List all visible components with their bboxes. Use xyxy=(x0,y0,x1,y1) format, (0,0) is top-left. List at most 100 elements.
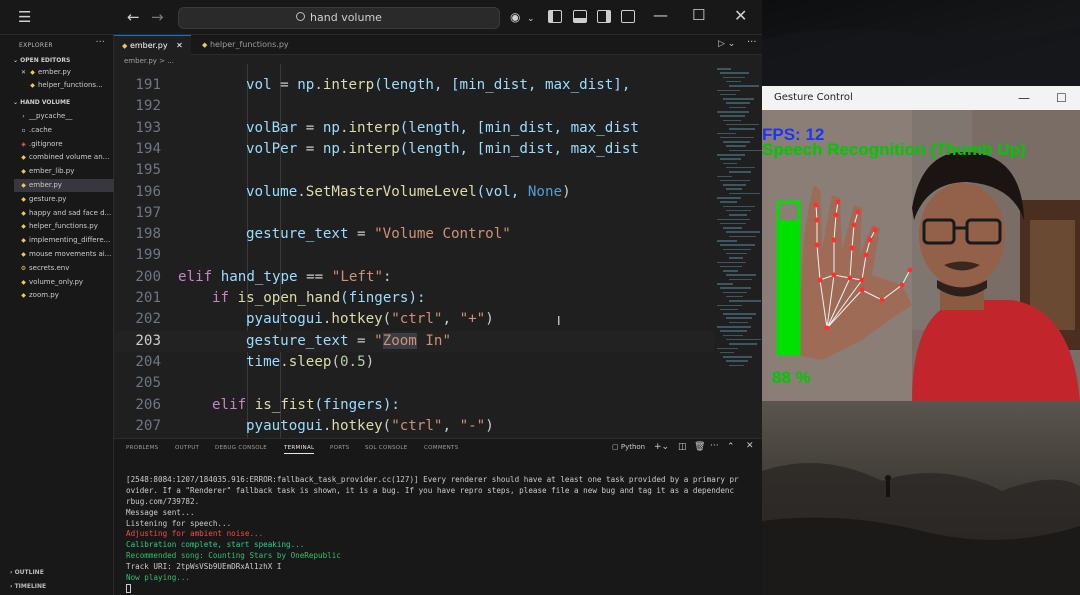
panel-more-icon[interactable]: ··· xyxy=(710,441,719,451)
panel-tab[interactable]: DEBUG CONSOLE xyxy=(215,445,267,451)
line-number: 205 xyxy=(135,375,161,392)
minimap-line xyxy=(720,265,742,268)
toggle-secondary-sidebar-icon[interactable] xyxy=(597,10,611,23)
copilot-icon[interactable]: ◉ xyxy=(510,8,520,26)
terminal-prompt[interactable] xyxy=(126,584,762,595)
file-tree-item[interactable]: ◆ helper_functions.py xyxy=(14,220,114,233)
close-tab-icon[interactable]: ✕ xyxy=(176,41,183,50)
code-text: elif is_fist(fingers): xyxy=(212,395,400,416)
open-editor-item[interactable]: ✕ ◆ ember.py xyxy=(14,66,114,79)
code-token: (length, [min_dist, max_dist xyxy=(399,140,639,157)
code-line[interactable]: 199 xyxy=(114,245,714,266)
maximize-panel-icon[interactable]: ⌃ xyxy=(727,442,735,452)
close-icon[interactable]: ✕ xyxy=(20,66,27,79)
code-line[interactable]: 198 gesture_text = "Volume Control" xyxy=(114,224,714,245)
code-line[interactable]: 200 elif hand_type == "Left": xyxy=(114,267,714,288)
code-line[interactable]: 202 pyautogui.hotkey("ctrl", "+") xyxy=(114,309,714,330)
panel-tab[interactable]: PORTS xyxy=(330,445,349,451)
timeline-section[interactable]: › TIMELINE xyxy=(10,583,46,590)
python-icon: ◆ xyxy=(21,237,26,245)
file-tree-item[interactable]: ◆ implementing_differe... xyxy=(14,234,114,247)
folder-header[interactable]: ⌄ HAND VOLUME xyxy=(13,99,70,106)
code-editor[interactable]: 191 vol = np.interp(length, [min_dist, ma… xyxy=(114,64,714,438)
code-token: " xyxy=(374,332,383,349)
minimize-icon[interactable]: — xyxy=(653,6,668,24)
file-tree-item[interactable]: ◆ mouse movements ai... xyxy=(14,248,114,261)
forward-arrow-icon[interactable]: → xyxy=(151,8,164,26)
maximize-icon[interactable]: ☐ xyxy=(1056,86,1067,110)
code-line[interactable]: 203 gesture_text = "Zoom In" xyxy=(114,330,714,352)
open-editors-header[interactable]: ⌄ OPEN EDITORS xyxy=(13,57,70,64)
file-tree-item[interactable]: ⚙ secrets.env xyxy=(14,262,114,275)
run-icon[interactable]: ▷ ⌄ xyxy=(718,39,735,49)
code-line[interactable]: 196 volume.SetMasterVolumeLevel(vol, None… xyxy=(114,182,714,203)
code-token: = xyxy=(348,332,375,349)
file-tree-item[interactable]: ◆ zoom.py xyxy=(14,289,114,302)
code-line[interactable]: 197 xyxy=(114,203,714,224)
file-name: ember.py xyxy=(29,181,62,189)
code-line[interactable]: 195 xyxy=(114,160,714,181)
code-line[interactable]: 201 if is_open_hand(fingers): xyxy=(114,288,714,309)
minimap-line xyxy=(720,179,750,182)
terminal-shell-label: Python xyxy=(620,443,646,451)
minimize-icon[interactable]: — xyxy=(1018,86,1030,110)
git-icon: ◈ xyxy=(21,140,26,148)
panel-tab[interactable]: COMMENTS xyxy=(424,445,459,451)
code-line[interactable]: 205 xyxy=(114,373,714,394)
code-line[interactable]: 204 time.sleep(0.5) xyxy=(114,352,714,373)
file-tree-item[interactable]: ◆ ember.py xyxy=(14,179,114,192)
minimap-line xyxy=(723,227,742,229)
customize-layout-icon[interactable] xyxy=(621,10,635,23)
code-line[interactable]: 194 volPer = np.interp(length, [min_dist,… xyxy=(114,139,714,160)
code-line[interactable]: 207 pyautogui.hotkey("ctrl", "-") xyxy=(114,416,714,437)
panel-tab[interactable]: OUTPUT xyxy=(175,445,199,451)
minimap[interactable] xyxy=(714,64,762,438)
code-line[interactable]: 193 volBar = np.interp(length, [min_dist,… xyxy=(114,118,714,139)
file-tree-item[interactable]: ▫ .cache xyxy=(14,124,114,137)
tab-helper-functions-py[interactable]: ◆ helper_functions.py xyxy=(194,35,297,55)
minimap-line xyxy=(726,166,755,169)
new-terminal-icon[interactable]: +⌄ xyxy=(654,442,669,452)
tab-ember-py[interactable]: ◆ ember.py ✕ xyxy=(114,35,191,55)
code-line[interactable]: 206 elif is_fist(fingers): xyxy=(114,395,714,416)
code-line[interactable]: 192 xyxy=(114,96,714,117)
code-token: "Left" xyxy=(323,268,384,285)
chevron-down-icon[interactable]: ⌄ xyxy=(527,10,535,28)
editor-more-icon[interactable]: ··· xyxy=(747,37,757,48)
open-editor-item[interactable]: ◆ helper_functions... xyxy=(14,79,114,92)
close-panel-icon[interactable]: ✕ xyxy=(746,441,754,451)
file-tree-item[interactable]: ◆ volume_only.py xyxy=(14,276,114,289)
minimap-line xyxy=(729,128,755,130)
terminal-output[interactable]: [2548:8084:1207/184035.916:ERROR:fallbac… xyxy=(126,475,762,595)
minimap-line xyxy=(720,244,755,246)
back-arrow-icon[interactable]: ← xyxy=(127,8,140,26)
file-tree-item[interactable]: ◆ combined volume an... xyxy=(14,151,114,164)
command-center-search[interactable]: hand volume xyxy=(178,7,500,29)
toggle-panel-icon[interactable] xyxy=(573,10,587,23)
terminal-shell[interactable]: ▢ Python xyxy=(612,443,645,451)
outline-section[interactable]: › OUTLINE xyxy=(10,569,44,576)
menu-icon[interactable]: ☰ xyxy=(18,8,31,26)
split-terminal-icon[interactable]: ◫ xyxy=(678,442,687,452)
minimap-line xyxy=(723,334,743,337)
toggle-primary-sidebar-icon[interactable] xyxy=(548,10,562,23)
kill-terminal-icon[interactable]: 🗑 xyxy=(694,442,705,452)
panel-tab[interactable]: PROBLEMS xyxy=(126,445,158,451)
minimap-line xyxy=(723,248,751,251)
minimap-line xyxy=(726,145,746,147)
panel-tab[interactable]: SQL CONSOLE xyxy=(365,445,408,451)
more-actions-icon[interactable]: ··· xyxy=(95,37,105,48)
minimap-line xyxy=(717,347,738,349)
maximize-icon[interactable]: ☐ xyxy=(692,6,705,24)
file-tree-item[interactable]: ◆ ember_lib.py xyxy=(14,165,114,178)
file-tree-item[interactable]: › __pycache__ xyxy=(14,110,114,123)
file-tree-item[interactable]: ◆ happy and sad face d... xyxy=(14,207,114,220)
file-tree-item[interactable]: ◆ gesture.py xyxy=(14,193,114,206)
code-line[interactable]: 191 vol = np.interp(length, [min_dist, ma… xyxy=(114,75,714,96)
minimap-line xyxy=(720,351,734,354)
python-icon: ◆ xyxy=(30,69,35,76)
file-tree-item[interactable]: ◈ .gitignore xyxy=(14,138,114,151)
panel-tab[interactable]: TERMINAL xyxy=(284,445,315,454)
close-icon[interactable]: ✕ xyxy=(734,6,747,25)
file-name: helper_functions.py xyxy=(29,222,98,231)
